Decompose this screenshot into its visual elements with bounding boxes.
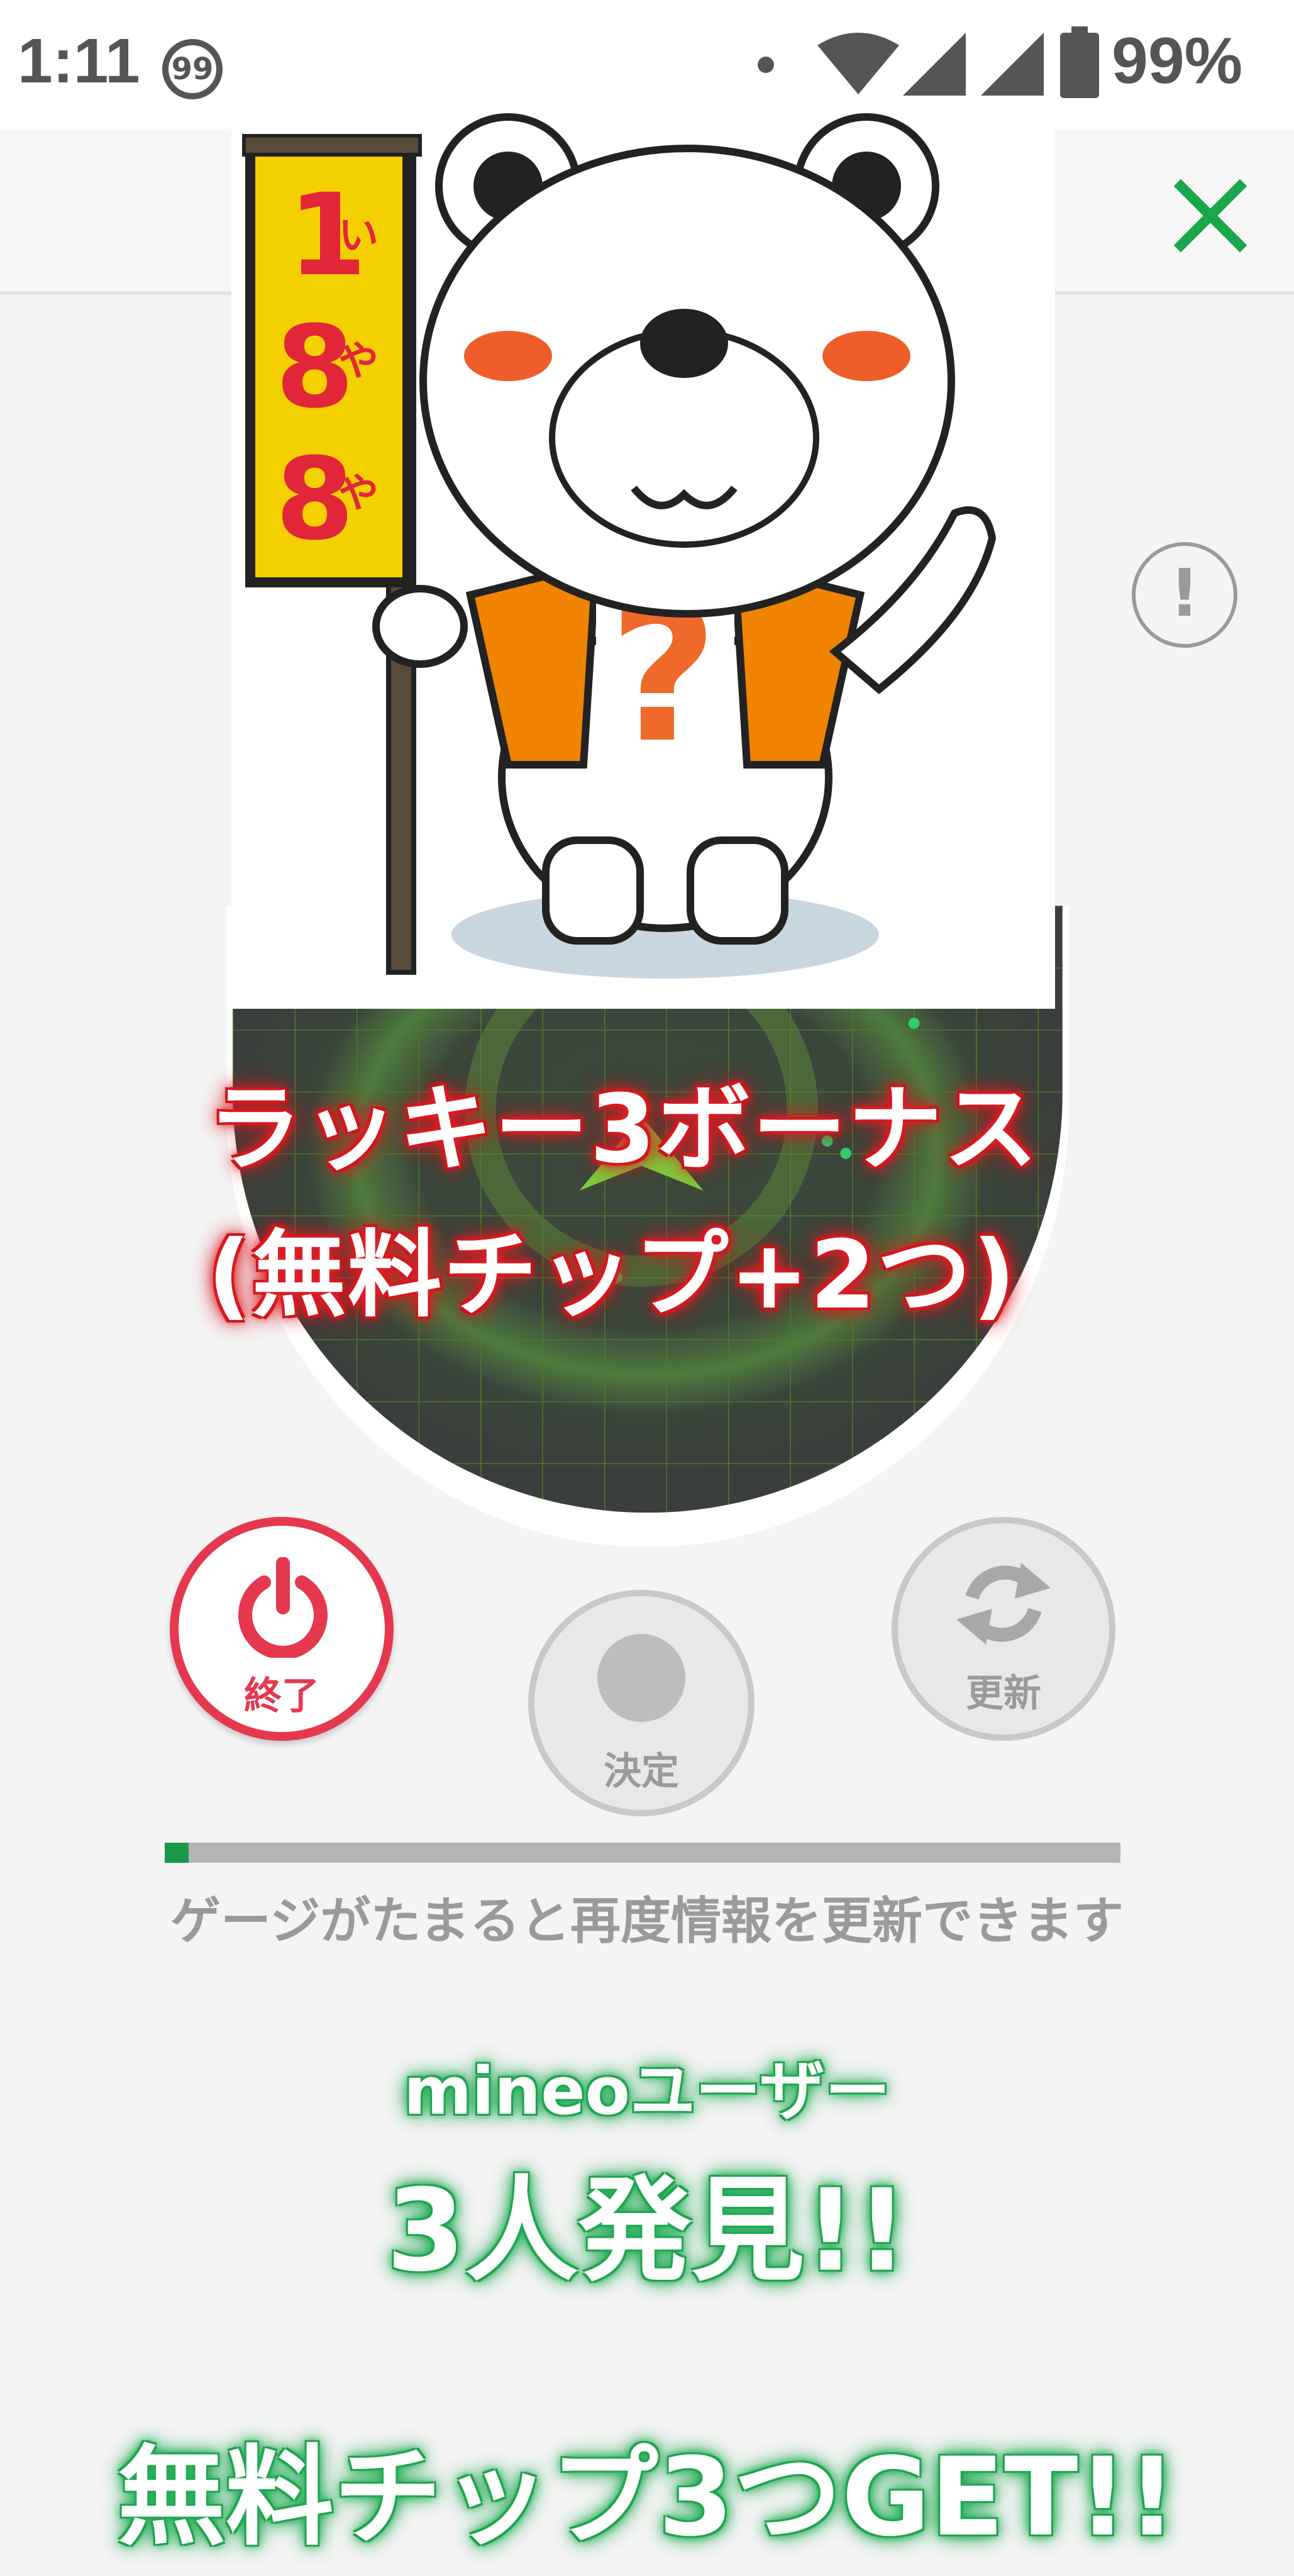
status-bar: 1:11 99 99% — [0, 0, 1294, 129]
bear-mascot-card: 1 い 8 や 8 や ? — [231, 111, 1055, 1009]
cell-signal-icon — [903, 33, 966, 96]
users-label: mineoユーザー — [404, 2053, 890, 2129]
refresh-button[interactable]: 更新 — [892, 1517, 1115, 1741]
gauge-hint: ゲージがたまると再度情報を更新できます — [170, 1892, 1124, 1950]
flag-char-4: や — [338, 338, 379, 385]
bonus-banner: ラッキー3ボーナス (無料チップ+2つ) — [207, 1057, 1088, 1348]
bonus-line-1: ラッキー3ボーナス — [207, 1075, 1039, 1184]
bear-mascot-image: 1 い 8 や 8 や ? — [242, 113, 997, 979]
refresh-gauge — [165, 1843, 1120, 1863]
flag-char-6: や — [338, 470, 379, 517]
close-icon[interactable] — [1170, 175, 1251, 257]
notification-badge-icon: 99 — [162, 39, 223, 99]
end-button-label: 終了 — [244, 1674, 319, 1718]
status-time: 1:11 — [18, 26, 140, 96]
wifi-icon — [817, 33, 899, 94]
info-button[interactable]: ! — [1132, 542, 1237, 648]
battery-icon — [1060, 26, 1099, 98]
flag-char-2: い — [338, 213, 379, 259]
bonus-line-2: (無料チップ+2つ) — [207, 1221, 1017, 1330]
refresh-button-label: 更新 — [966, 1672, 1041, 1716]
refresh-gauge-fill — [165, 1843, 189, 1863]
decide-dot-icon — [597, 1634, 685, 1722]
end-button[interactable]: 終了 — [170, 1517, 394, 1741]
chips-get-label: 無料チップ3つGET!! — [117, 2434, 1177, 2560]
battery-percent: 99% — [1112, 25, 1243, 97]
dot-icon — [758, 57, 774, 73]
found-count: 3人発見!! — [386, 2165, 908, 2297]
power-icon — [238, 1557, 328, 1658]
cell-signal-2-icon — [981, 33, 1044, 96]
decide-button-label: 決定 — [604, 1750, 679, 1794]
decide-button[interactable]: 決定 — [528, 1590, 755, 1816]
refresh-icon — [956, 1563, 1051, 1645]
